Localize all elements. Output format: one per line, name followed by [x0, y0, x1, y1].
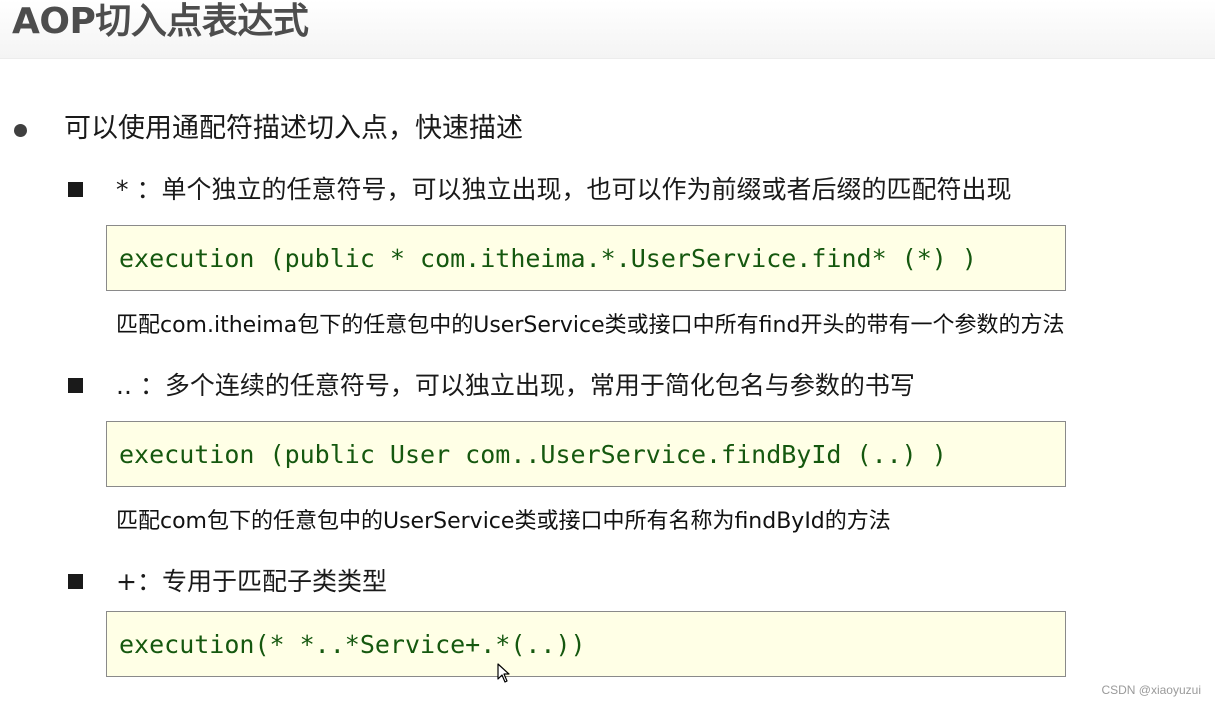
example-description: 匹配com包下的任意包中的UserService类或接口中所有名称为findBy… — [116, 509, 891, 534]
square-bullet-icon — [68, 378, 83, 393]
title-bar: AOP切入点表达式 — [0, 0, 1215, 59]
wildcard-star-label: * ：单个独立的任意符号，可以独立出现，也可以作为前缀或者后缀的匹配符出现 — [116, 175, 1012, 204]
example-description: 匹配com.itheima包下的任意包中的UserService类或接口中所有f… — [116, 313, 1065, 338]
wildcard-dotdot-label: .. ：多个连续的任意符号，可以独立出现，常用于简化包名与参数的书写 — [116, 371, 915, 400]
mouse-pointer-icon — [497, 663, 510, 683]
wildcard-plus-label: +：专用于匹配子类类型 — [116, 567, 387, 596]
code-example-box: execution (public User com..UserService.… — [106, 421, 1066, 487]
code-example-box: execution(* *..*Service+.*(..)) — [106, 611, 1066, 677]
square-bullet-icon — [68, 574, 83, 589]
code-example-text: execution (public User com..UserService.… — [119, 440, 947, 469]
code-example-box: execution (public * com.itheima.*.UserSe… — [106, 225, 1066, 291]
watermark: CSDN @xiaoyuzui — [1101, 683, 1201, 697]
bullet-dot-icon — [14, 124, 27, 137]
page-title: AOP切入点表达式 — [12, 1, 309, 42]
square-bullet-icon — [68, 182, 83, 197]
code-example-text: execution (public * com.itheima.*.UserSe… — [119, 244, 977, 273]
main-point-text: 可以使用通配符描述切入点，快速描述 — [64, 113, 523, 144]
code-example-text: execution(* *..*Service+.*(..)) — [119, 630, 586, 659]
